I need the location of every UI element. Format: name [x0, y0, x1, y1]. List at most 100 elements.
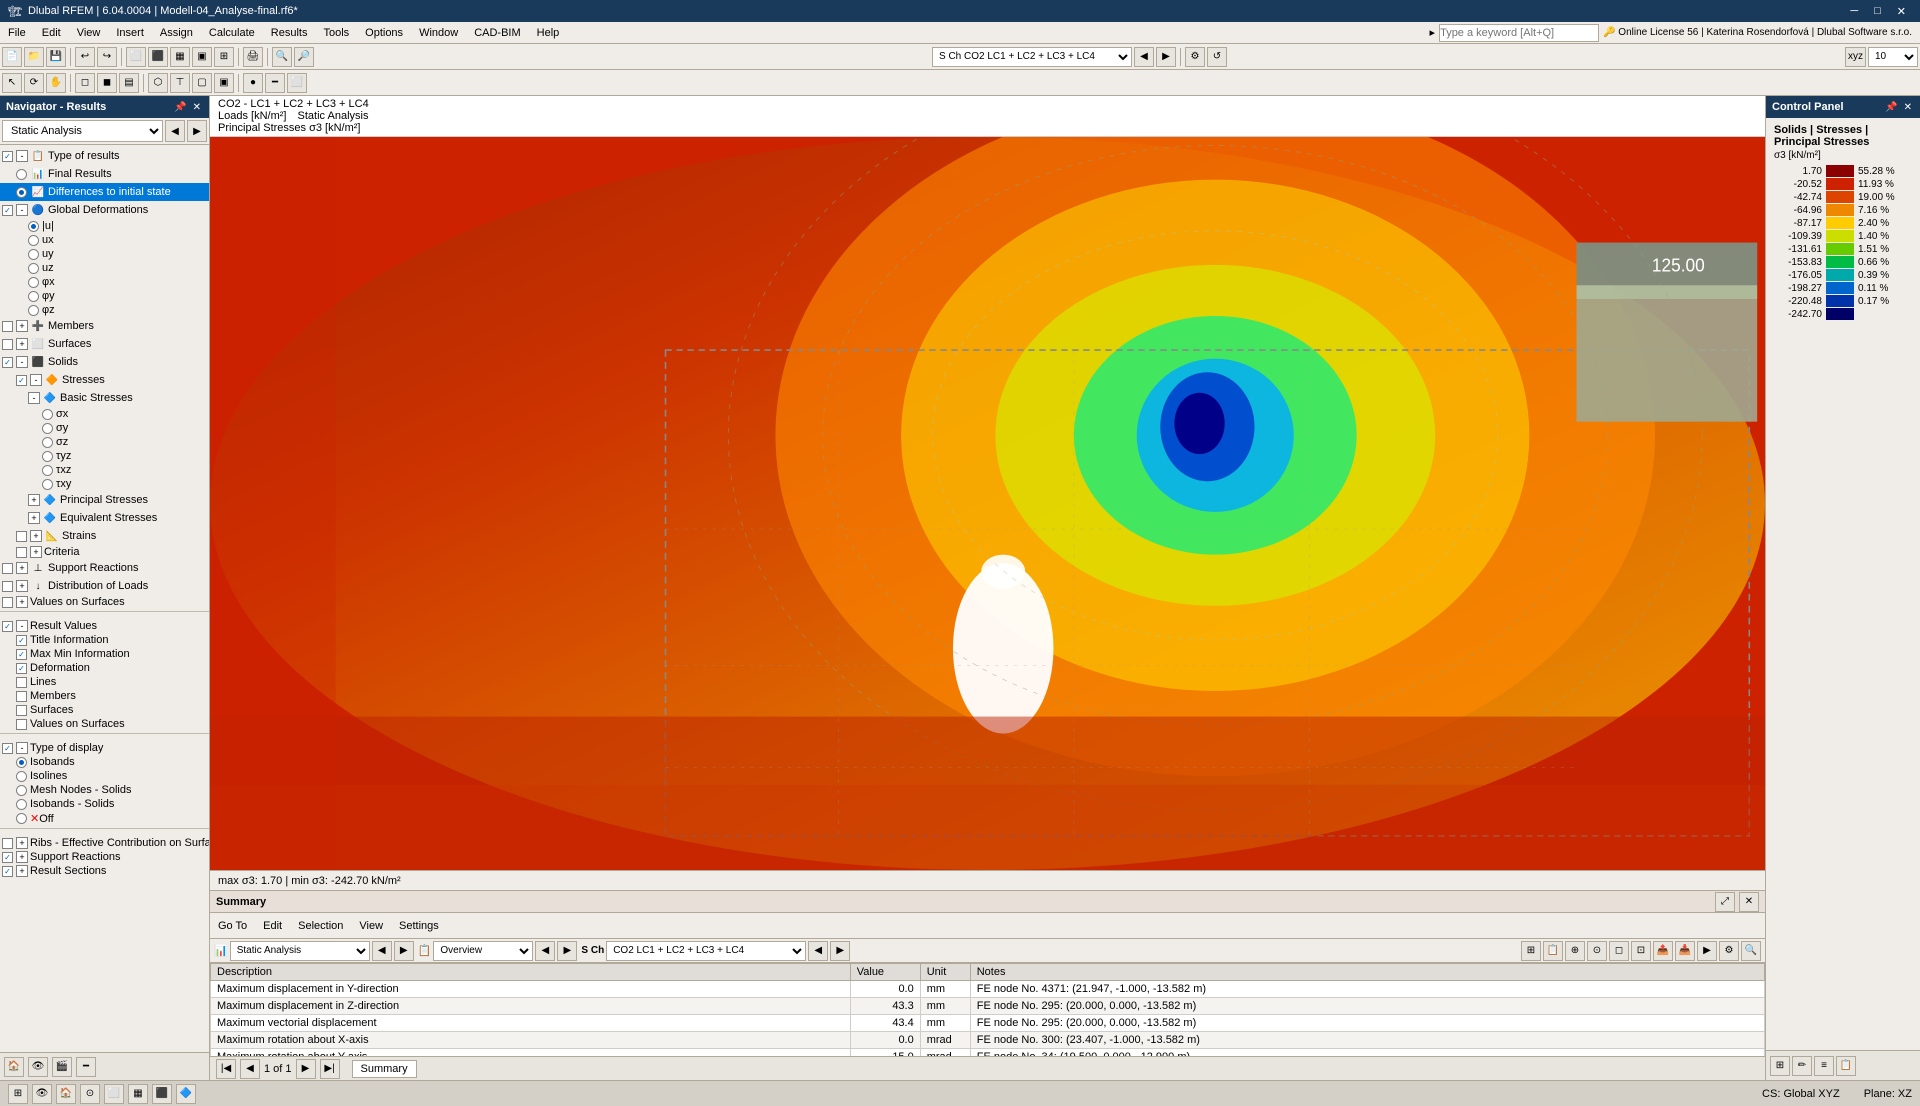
check-result-values[interactable]: ✓	[2, 621, 13, 632]
radio-final[interactable]	[16, 169, 27, 180]
check-surfaces[interactable]	[2, 339, 13, 350]
radio-diff[interactable]	[16, 187, 27, 198]
tree-maxmin-info[interactable]: ✓ Max Min Information	[0, 647, 209, 661]
sum-tool-8[interactable]: 📥	[1675, 941, 1695, 961]
radio-sx[interactable]	[42, 409, 53, 420]
check-deformation[interactable]: ✓	[16, 663, 27, 674]
bottom-tool-2[interactable]: 👁	[32, 1084, 52, 1104]
front-btn[interactable]: ▢	[192, 73, 212, 93]
rotate-btn[interactable]: ⟳	[24, 73, 44, 93]
tree-type-display[interactable]: ✓ - Type of display	[0, 741, 209, 755]
menu-results[interactable]: Results	[263, 22, 316, 44]
tree-solids[interactable]: ✓ - ⬛ Solids	[0, 353, 209, 371]
tree-sz[interactable]: σz	[0, 435, 209, 449]
view-btn-1[interactable]: ⬜	[126, 47, 146, 67]
zoom-combo[interactable]: 10	[1868, 47, 1918, 67]
radio-txz[interactable]	[42, 465, 53, 476]
check-maxmin[interactable]: ✓	[16, 649, 27, 660]
nav-prev[interactable]: ◀	[165, 120, 185, 142]
tree-isolines[interactable]: Isolines	[0, 769, 209, 783]
summary-maximize-btn[interactable]: ⤢	[1715, 892, 1735, 912]
sum-tool-2[interactable]: 📋	[1543, 941, 1563, 961]
keyword-search-input[interactable]	[1439, 24, 1599, 42]
tree-surfaces[interactable]: + ⬜ Surfaces	[0, 335, 209, 353]
summary-analysis-combo[interactable]: Static Analysis	[230, 941, 370, 961]
edit-btn[interactable]: Edit	[259, 918, 286, 934]
tree-u-total[interactable]: |u|	[0, 219, 209, 233]
nav-home-btn[interactable]: 🏠	[4, 1057, 24, 1077]
sum-tool-4[interactable]: ⊙	[1587, 941, 1607, 961]
summary-co-combo[interactable]: CO2 LC1 + LC2 + LC3 + LC4	[606, 941, 806, 961]
tree-dist-loads[interactable]: + ↓ Distribution of Loads	[0, 577, 209, 595]
menu-insert[interactable]: Insert	[108, 22, 152, 44]
exp-type-results[interactable]: -	[16, 150, 28, 162]
check-stresses[interactable]: ✓	[16, 375, 27, 386]
nav-eye-btn[interactable]: 👁	[28, 1057, 48, 1077]
settings-btn2[interactable]: Settings	[395, 918, 443, 934]
reset-btn[interactable]: ↺	[1207, 47, 1227, 67]
summary-close-btn[interactable]: ✕	[1739, 892, 1759, 912]
tree-support-reactions2[interactable]: ✓ + Support Reactions	[0, 850, 209, 864]
exp-values-surf[interactable]: +	[16, 596, 28, 608]
menu-calculate[interactable]: Calculate	[201, 22, 263, 44]
surface-btn[interactable]: ⬜	[287, 73, 307, 93]
co-prev[interactable]: ◀	[808, 941, 828, 961]
menu-help[interactable]: Help	[529, 22, 568, 44]
nav-video-btn[interactable]: 🎬	[52, 1057, 72, 1077]
nav-next[interactable]: ▶	[187, 120, 207, 142]
check-result-sections[interactable]: ✓	[2, 866, 13, 877]
sum-tool-6[interactable]: ⊡	[1631, 941, 1651, 961]
sum-tool-5[interactable]: ◻	[1609, 941, 1629, 961]
tree-principal-stresses[interactable]: + 🔷 Principal Stresses	[0, 491, 209, 509]
sum-tool-7[interactable]: 📤	[1653, 941, 1673, 961]
menu-cad-bim[interactable]: CAD-BIM	[466, 22, 528, 44]
menu-edit[interactable]: Edit	[34, 22, 69, 44]
check-strains[interactable]	[16, 531, 27, 542]
tree-differences[interactable]: 📈 Differences to initial state	[0, 183, 209, 201]
view-btn-2[interactable]: ⬛	[148, 47, 168, 67]
check-members[interactable]	[2, 321, 13, 332]
check-global-deform[interactable]: ✓	[2, 205, 13, 216]
page-first[interactable]: |◀	[216, 1059, 236, 1079]
new-btn[interactable]: 📄	[2, 47, 22, 67]
goto-btn[interactable]: Go To	[214, 918, 251, 934]
render-btn-1[interactable]: ◻	[75, 73, 95, 93]
nav-misc-btn[interactable]: ━	[76, 1057, 96, 1077]
render-btn-2[interactable]: ◼	[97, 73, 117, 93]
check-criteria[interactable]	[16, 547, 27, 558]
radio-isobands[interactable]	[16, 757, 27, 768]
check-surfaces2[interactable]	[16, 705, 27, 716]
tree-basic-stresses[interactable]: - 🔷 Basic Stresses	[0, 389, 209, 407]
exp-criteria[interactable]: +	[30, 546, 42, 558]
radio-u[interactable]	[28, 221, 39, 232]
view-btn-4[interactable]: ▣	[192, 47, 212, 67]
cp-close-btn[interactable]: ✕	[1902, 102, 1914, 113]
bottom-tool-4[interactable]: ⊙	[80, 1084, 100, 1104]
radio-txy[interactable]	[42, 479, 53, 490]
bottom-tool-8[interactable]: 🔷	[176, 1084, 196, 1104]
iso-btn[interactable]: ⬡	[148, 73, 168, 93]
nav-pin-btn[interactable]: 📌	[172, 102, 188, 113]
page-next[interactable]: ▶	[296, 1059, 316, 1079]
exp-strains[interactable]: +	[30, 530, 42, 542]
check-title-info[interactable]: ✓	[16, 635, 27, 646]
tree-sx[interactable]: σx	[0, 407, 209, 421]
summary-overview-combo[interactable]: Overview	[433, 941, 533, 961]
tree-title-info[interactable]: ✓ Title Information	[0, 633, 209, 647]
print-btn[interactable]: 🖨	[243, 47, 263, 67]
exp-support2[interactable]: +	[16, 851, 28, 863]
exp-basic[interactable]: -	[28, 392, 40, 404]
prev-lc[interactable]: ◀	[1134, 47, 1154, 67]
check-support[interactable]	[2, 563, 13, 574]
radio-off[interactable]	[16, 813, 27, 824]
tree-ribs[interactable]: + Ribs - Effective Contribution on Surfa…	[0, 836, 209, 850]
check-support2[interactable]: ✓	[2, 852, 13, 863]
menu-file[interactable]: File	[0, 22, 34, 44]
nav-close-btn[interactable]: ✕	[191, 102, 203, 113]
bottom-tool-7[interactable]: ⬛	[152, 1084, 172, 1104]
tree-txz[interactable]: τxz	[0, 463, 209, 477]
lc-combo[interactable]: S Ch CO2 LC1 + LC2 + LC3 + LC4	[932, 47, 1132, 67]
tree-isobands-solids[interactable]: Isobands - Solids	[0, 797, 209, 811]
tree-off[interactable]: ✕ Off	[0, 811, 209, 826]
exp-result-sections[interactable]: +	[16, 865, 28, 877]
